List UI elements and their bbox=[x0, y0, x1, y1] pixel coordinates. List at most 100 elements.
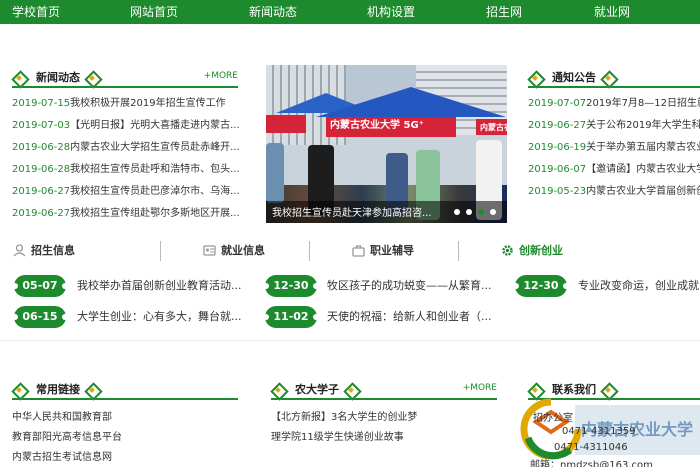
nav-item-school-home[interactable]: 学校首页 bbox=[12, 0, 60, 24]
news-item[interactable]: 2019-06-28内蒙古农业大学招生宣传员赴赤峰开... bbox=[12, 141, 242, 155]
nav-item-employment[interactable]: 就业网 bbox=[594, 0, 630, 24]
link-item[interactable]: 中华人民共和国教育部 bbox=[12, 411, 242, 425]
student-story[interactable]: 理学院11级学生快递创业故事 bbox=[271, 431, 497, 445]
news-carousel[interactable]: 内蒙古农业大学 5G⁺ 内蒙古农 我校招生宣传员赴天津参加高招咨... bbox=[266, 65, 507, 223]
news-date: 2019-06-27 bbox=[12, 208, 71, 219]
date-badge: 11-02 bbox=[263, 306, 319, 328]
notice-title: 通知公告 bbox=[552, 71, 596, 84]
date-badge: 05-07 bbox=[12, 275, 68, 297]
carousel-photo-banner bbox=[266, 115, 306, 133]
links-title: 常用链接 bbox=[36, 383, 80, 396]
tab-employment-info[interactable]: 就业信息 bbox=[221, 243, 265, 259]
news-text: 【光明日报】光明大喜播走进内蒙古... bbox=[70, 120, 240, 131]
id-card-icon bbox=[203, 245, 216, 256]
notice-item[interactable]: 2019-06-19关于举办第五届内蒙古农业 bbox=[528, 141, 700, 155]
gear-icon bbox=[502, 245, 513, 256]
news-text: 我校招生宣传组赴鄂尔多斯地区开展... bbox=[70, 208, 240, 219]
news-item[interactable]: 2019-06-28我校招生宣传员赴呼和浩特市、包头... bbox=[12, 163, 242, 177]
news-title: 新闻动态 bbox=[36, 71, 80, 84]
article-link[interactable]: 大学生创业：心有多大，舞台就... bbox=[77, 306, 247, 328]
carousel-photo-banner: 内蒙古农业大学 5G⁺ bbox=[326, 117, 456, 137]
carousel-caption[interactable]: 我校招生宣传员赴天津参加高招咨... bbox=[272, 204, 432, 219]
news-item[interactable]: 2019-07-03【光明日报】光明大喜播走进内蒙古... bbox=[12, 119, 242, 133]
notice-item[interactable]: 2019-06-07【邀请函】内蒙古农业大学 bbox=[528, 163, 700, 177]
diamond-icon bbox=[601, 383, 614, 396]
tab-separator bbox=[309, 241, 310, 261]
news-header: 新闻动态 +MORE bbox=[12, 68, 238, 88]
contact-phone: 0471-4311359 bbox=[562, 426, 636, 437]
notice-header: 通知公告 bbox=[528, 68, 700, 88]
link-item[interactable]: 内蒙古招生考试信息网 bbox=[12, 451, 242, 465]
news-text: 我校招生宣传员赴呼和浩特市、包头... bbox=[70, 164, 240, 175]
diamond-icon bbox=[85, 71, 98, 84]
students-more-link[interactable]: +MORE bbox=[463, 383, 497, 393]
notice-item[interactable]: 2019-06-27关于公布2019年大学生科技 bbox=[528, 119, 700, 133]
tab-separator bbox=[160, 241, 161, 261]
carousel-photo-tent bbox=[316, 87, 506, 117]
link-item[interactable]: 教育部阳光高考信息平台 bbox=[12, 431, 242, 445]
notice-item[interactable]: 2019-07-072019年7月8—12日招生就 bbox=[528, 97, 700, 111]
article-link[interactable]: 天使的祝福：给新人和创业者（... bbox=[327, 306, 499, 328]
notice-date: 2019-06-27 bbox=[528, 120, 587, 131]
news-date: 2019-06-27 bbox=[12, 186, 71, 197]
notice-text: 【邀请函】内蒙古农业大学 bbox=[586, 164, 700, 175]
diamond-icon bbox=[528, 71, 541, 84]
students-title: 农大学子 bbox=[295, 383, 339, 396]
notice-item[interactable]: 2019-05-23内蒙古农业大学首届创新创 bbox=[528, 185, 700, 199]
date-badge: 06-15 bbox=[12, 306, 68, 328]
news-more-link[interactable]: +MORE bbox=[204, 71, 238, 81]
news-date: 2019-06-28 bbox=[12, 142, 71, 153]
diamond-icon bbox=[12, 71, 25, 84]
tab-career-guidance[interactable]: 职业辅导 bbox=[370, 243, 414, 259]
news-item[interactable]: 2019-07-15我校积极开展2019年招生宣传工作 bbox=[12, 97, 242, 111]
contact-title: 联系我们 bbox=[552, 383, 596, 396]
contact-office: 招办公室 bbox=[533, 413, 573, 424]
diamond-icon bbox=[271, 383, 284, 396]
carousel-dot[interactable] bbox=[454, 209, 460, 215]
tab-separator bbox=[458, 241, 459, 261]
notice-text: 关于公布2019年大学生科技 bbox=[586, 120, 700, 131]
carousel-dot[interactable] bbox=[490, 209, 496, 215]
diamond-icon bbox=[12, 383, 25, 396]
diamond-icon bbox=[344, 383, 357, 396]
article-link[interactable]: 我校举办首届创新创业教育活动... bbox=[77, 275, 247, 297]
article-link[interactable]: 牧区孩子的成功蜕变——从繁育... bbox=[327, 275, 499, 297]
diamond-icon bbox=[85, 383, 98, 396]
news-item[interactable]: 2019-06-27我校招生宣传组赴鄂尔多斯地区开展... bbox=[12, 207, 242, 221]
news-text: 内蒙古农业大学招生宣传员赴赤峰开... bbox=[70, 142, 240, 153]
notice-date: 2019-06-19 bbox=[528, 142, 587, 153]
notice-text: 2019年7月8—12日招生就 bbox=[586, 98, 700, 109]
diamond-icon bbox=[601, 71, 614, 84]
news-date: 2019-06-28 bbox=[12, 164, 71, 175]
contact-phone: 0471-4311046 bbox=[554, 442, 628, 453]
nav-item-admissions[interactable]: 招生网 bbox=[486, 0, 522, 24]
tab-innovation[interactable]: 创新创业 bbox=[519, 243, 563, 259]
contact-header: 联系我们 bbox=[528, 380, 700, 400]
notice-text: 内蒙古农业大学首届创新创 bbox=[586, 186, 700, 197]
nav-item-site-home[interactable]: 网站首页 bbox=[130, 0, 178, 24]
carousel-photo-person bbox=[266, 143, 284, 203]
person-icon bbox=[13, 244, 26, 257]
links-header: 常用链接 bbox=[12, 380, 238, 400]
briefcase-icon bbox=[352, 245, 365, 257]
news-text: 我校招生宣传员赴巴彦淖尔市、乌海... bbox=[70, 186, 240, 197]
article-link[interactable]: 专业改变命运，创业成就 bbox=[578, 275, 700, 297]
date-badge: 12-30 bbox=[513, 275, 569, 297]
nav-item-news[interactable]: 新闻动态 bbox=[249, 0, 297, 24]
news-text: 我校积极开展2019年招生宣传工作 bbox=[70, 98, 226, 109]
students-header: 农大学子 +MORE bbox=[271, 380, 497, 400]
contact-email[interactable]: 邮箱：nmdzsb@163.com bbox=[530, 456, 653, 467]
news-item[interactable]: 2019-06-27我校招生宣传员赴巴彦淖尔市、乌海... bbox=[12, 185, 242, 199]
news-date: 2019-07-15 bbox=[12, 98, 71, 109]
section-divider bbox=[0, 340, 700, 341]
carousel-photo-banner: 内蒙古农 bbox=[476, 119, 507, 135]
student-story[interactable]: 【北方新报】3名大学生的创业梦 bbox=[271, 411, 497, 425]
date-badge: 12-30 bbox=[263, 275, 319, 297]
notice-date: 2019-07-07 bbox=[528, 98, 587, 109]
nav-item-organization[interactable]: 机构设置 bbox=[367, 0, 415, 24]
notice-text: 关于举办第五届内蒙古农业 bbox=[586, 142, 700, 153]
carousel-dot[interactable] bbox=[478, 209, 484, 215]
tab-admissions-info[interactable]: 招生信息 bbox=[31, 243, 75, 259]
news-date: 2019-07-03 bbox=[12, 120, 71, 131]
carousel-dot[interactable] bbox=[466, 209, 472, 215]
